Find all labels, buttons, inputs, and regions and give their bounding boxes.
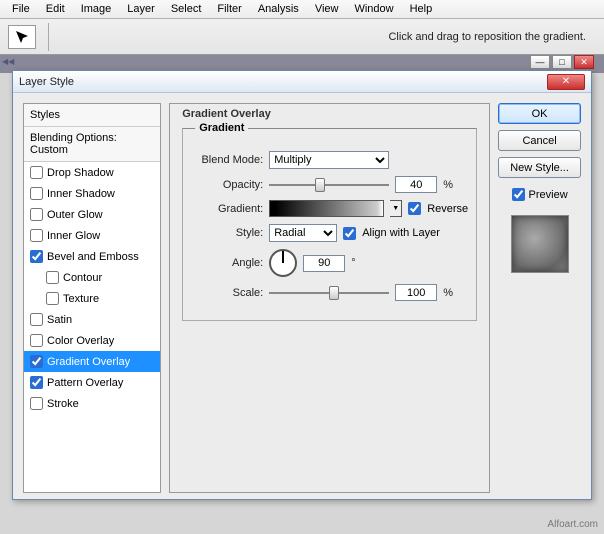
window-controls: — □ ✕ [530,55,594,69]
menu-image[interactable]: Image [73,1,120,17]
effects-sidebar: Styles Blending Options: Custom Drop Sha… [23,103,161,493]
blendmode-select[interactable]: Multiply [269,151,389,169]
app-menubar: FileEditImageLayerSelectFilterAnalysisVi… [0,0,604,19]
panel-collapse-icon[interactable]: ◀◀ [2,57,14,66]
close-button[interactable]: ✕ [574,55,594,69]
ok-button[interactable]: OK [498,103,581,124]
sidebar-checkbox-contour[interactable] [46,271,59,284]
sidebar-item-label: Gradient Overlay [47,356,130,368]
menu-file[interactable]: File [4,1,38,17]
sidebar-checkbox-texture[interactable] [46,292,59,305]
blendmode-label: Blend Mode: [191,154,263,166]
angle-input[interactable] [303,255,345,272]
menu-select[interactable]: Select [163,1,210,17]
gradient-fieldset: Gradient Blend Mode: Multiply Opacity: % [182,122,477,321]
scale-label: Scale: [191,287,263,299]
sidebar-item-texture[interactable]: Texture [24,288,160,309]
sidebar-checkbox-gradient-overlay[interactable] [30,355,43,368]
sidebar-item-inner-glow[interactable]: Inner Glow [24,225,160,246]
sidebar-checkbox-satin[interactable] [30,313,43,326]
opacity-label: Opacity: [191,179,263,191]
menu-filter[interactable]: Filter [209,1,249,17]
menu-edit[interactable]: Edit [38,1,73,17]
dialog-title: Layer Style [19,76,74,88]
preview-checkbox[interactable] [512,188,525,201]
dialog-titlebar: Layer Style ✕ [13,71,591,93]
options-bar: Click and drag to reposition the gradien… [0,19,604,55]
sidebar-checkbox-inner-glow[interactable] [30,229,43,242]
sidebar-item-pattern-overlay[interactable]: Pattern Overlay [24,372,160,393]
watermark: Alfoart.com [547,519,598,530]
angle-label: Angle: [191,257,263,269]
menu-help[interactable]: Help [402,1,441,17]
preview-label: Preview [529,189,568,201]
sidebar-item-label: Pattern Overlay [47,377,123,389]
sidebar-item-label: Inner Glow [47,230,100,242]
minimize-button[interactable]: — [530,55,550,69]
opacity-input[interactable] [395,176,437,193]
sidebar-item-label: Stroke [47,398,79,410]
sidebar-item-contour[interactable]: Contour [24,267,160,288]
reverse-label: Reverse [427,203,468,215]
sidebar-item-label: Bevel and Emboss [47,251,139,263]
sidebar-checkbox-color-overlay[interactable] [30,334,43,347]
menu-view[interactable]: View [307,1,347,17]
sidebar-item-label: Drop Shadow [47,167,114,179]
angle-dial[interactable] [269,249,297,277]
dialog-close-button[interactable]: ✕ [547,74,585,90]
opacity-unit: % [443,179,453,191]
move-tool-icon[interactable] [8,25,36,49]
align-checkbox[interactable] [343,227,356,240]
sidebar-item-outer-glow[interactable]: Outer Glow [24,204,160,225]
maximize-button[interactable]: □ [552,55,572,69]
sidebar-item-gradient-overlay[interactable]: Gradient Overlay [24,351,160,372]
reverse-checkbox[interactable] [408,202,421,215]
menu-layer[interactable]: Layer [119,1,163,17]
gradient-swatch[interactable] [269,200,384,217]
sidebar-item-drop-shadow[interactable]: Drop Shadow [24,162,160,183]
dialog-buttons: OK Cancel New Style... Preview [498,103,581,493]
sidebar-item-label: Contour [63,272,102,284]
options-hint: Click and drag to reposition the gradien… [388,31,586,43]
sidebar-checkbox-pattern-overlay[interactable] [30,376,43,389]
gradient-label: Gradient: [191,203,263,215]
sidebar-item-label: Color Overlay [47,335,114,347]
style-label: Style: [191,227,263,239]
opacity-slider[interactable] [269,178,389,192]
scale-slider[interactable] [269,286,389,300]
sidebar-header-styles[interactable]: Styles [24,104,160,127]
sidebar-item-bevel-and-emboss[interactable]: Bevel and Emboss [24,246,160,267]
sidebar-checkbox-inner-shadow[interactable] [30,187,43,200]
sidebar-checkbox-stroke[interactable] [30,397,43,410]
layer-style-dialog: Layer Style ✕ Styles Blending Options: C… [12,70,592,500]
align-label: Align with Layer [362,227,440,239]
sidebar-item-stroke[interactable]: Stroke [24,393,160,414]
menu-window[interactable]: Window [346,1,401,17]
angle-unit: ° [351,257,355,269]
sidebar-item-label: Inner Shadow [47,188,115,200]
sidebar-checkbox-outer-glow[interactable] [30,208,43,221]
sidebar-item-label: Texture [63,293,99,305]
sidebar-item-label: Satin [47,314,72,326]
sidebar-checkbox-bevel-and-emboss[interactable] [30,250,43,263]
sidebar-item-satin[interactable]: Satin [24,309,160,330]
menu-analysis[interactable]: Analysis [250,1,307,17]
sidebar-blending-options[interactable]: Blending Options: Custom [24,127,160,162]
sidebar-item-label: Outer Glow [47,209,103,221]
panel-title: Gradient Overlay [182,108,477,120]
effect-settings-panel: Gradient Overlay Gradient Blend Mode: Mu… [169,103,490,493]
sidebar-item-color-overlay[interactable]: Color Overlay [24,330,160,351]
sidebar-item-inner-shadow[interactable]: Inner Shadow [24,183,160,204]
preview-thumbnail [511,215,569,273]
style-select[interactable]: Radial [269,224,337,242]
scale-unit: % [443,287,453,299]
separator [48,23,49,51]
sidebar-checkbox-drop-shadow[interactable] [30,166,43,179]
scale-input[interactable] [395,284,437,301]
gradient-dropdown-icon[interactable] [390,200,402,217]
new-style-button[interactable]: New Style... [498,157,581,178]
cancel-button[interactable]: Cancel [498,130,581,151]
fieldset-legend: Gradient [195,122,248,134]
